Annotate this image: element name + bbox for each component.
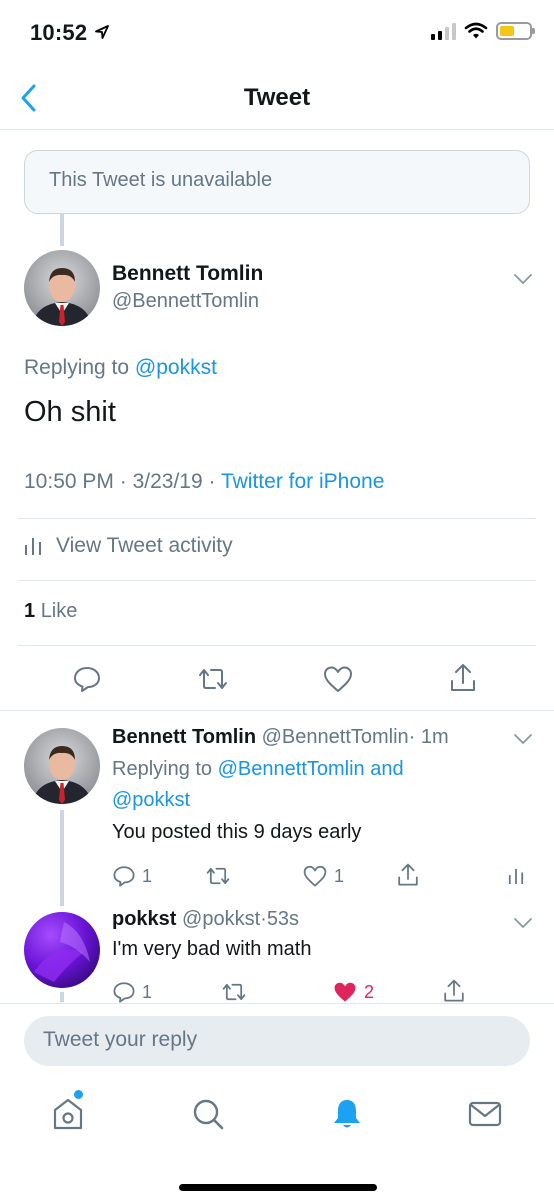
heart-icon — [303, 865, 327, 887]
tweet-text: Oh shit — [24, 396, 116, 428]
share-icon — [451, 664, 475, 691]
meta-separator: · — [208, 470, 216, 493]
retweet-button[interactable] — [196, 664, 230, 694]
reply-input[interactable]: Tweet your reply — [24, 1016, 530, 1066]
tweet-source-link[interactable]: Twitter for iPhone — [221, 470, 384, 493]
thread-connector — [60, 810, 64, 906]
analytics-button[interactable] — [508, 866, 524, 886]
avatar[interactable] — [24, 728, 100, 804]
cellular-signal-icon — [431, 22, 456, 40]
reply-icon — [113, 866, 135, 887]
search-icon — [193, 1099, 224, 1130]
battery-icon — [496, 22, 535, 40]
retweet-icon — [199, 669, 227, 689]
reply-author-name[interactable]: pokkst — [112, 908, 176, 930]
meta-separator: · — [119, 470, 127, 493]
tab-messages[interactable] — [467, 1096, 503, 1132]
reply-text: You posted this 9 days early — [112, 821, 362, 843]
nav-header: Tweet — [0, 66, 554, 130]
tweet-meta: 10:50 PM · 3/23/19 · Twitter for iPhone — [24, 470, 384, 494]
status-time: 10:52 — [30, 20, 88, 45]
reply-button[interactable] — [72, 664, 102, 694]
analytics-icon — [25, 538, 41, 555]
reply-age: 1m — [420, 726, 449, 748]
author-name[interactable]: Bennett Tomlin — [112, 262, 263, 286]
chevron-down-icon[interactable] — [513, 732, 533, 746]
reply-author-handle[interactable]: @BennettTomlin — [262, 726, 409, 748]
author-handle[interactable]: @BennettTomlin — [112, 290, 259, 313]
meta-separator: · — [260, 908, 267, 930]
heart-icon — [324, 666, 352, 692]
thread-connector — [60, 992, 64, 1002]
status-bar: 10:52 — [0, 0, 554, 66]
messages-icon — [468, 1101, 502, 1127]
notification-dot — [74, 1090, 83, 1099]
reply-author-name[interactable]: Bennett Tomlin — [112, 726, 256, 748]
retweet-icon — [222, 983, 246, 1001]
reply-icon — [74, 667, 100, 692]
tab-home[interactable] — [50, 1090, 86, 1132]
like-count-label: Like — [40, 600, 78, 622]
location-arrow-icon — [95, 25, 109, 39]
meta-separator: · — [408, 726, 416, 748]
avatar[interactable] — [24, 250, 100, 326]
heart-filled-icon — [334, 982, 356, 1002]
avatar[interactable] — [24, 912, 100, 988]
share-icon — [444, 979, 464, 1002]
reply-header: Bennett Tomlin @BennettTomlin· 1m — [112, 726, 449, 749]
share-icon — [398, 863, 418, 886]
thread-connector — [60, 214, 64, 246]
home-indicator — [179, 1184, 377, 1191]
unavailable-tweet-card: This Tweet is unavailable — [24, 150, 530, 214]
replying-prefix: Replying to — [112, 758, 213, 780]
share-button[interactable] — [442, 978, 466, 1004]
bottom-bar: Tweet your reply — [0, 1003, 554, 1197]
divider — [18, 580, 536, 581]
replying-prefix: Replying to — [24, 356, 130, 379]
reply-button[interactable]: 1 — [112, 864, 152, 888]
replying-to: Replying to @BennettTomlin and @pokkst — [112, 754, 472, 816]
page-title: Tweet — [243, 84, 311, 111]
tweet-date: 3/23/19 — [132, 470, 203, 493]
reply-text: I'm very bad with math — [112, 938, 312, 960]
share-button[interactable] — [448, 662, 478, 694]
reply-count: 1 — [142, 981, 153, 1002]
retweet-icon — [206, 867, 230, 885]
activity-label: View Tweet activity — [56, 534, 233, 557]
reply-author-handle[interactable]: @pokkst — [182, 908, 260, 930]
like-count-value: 1 — [24, 600, 36, 622]
tab-notifications[interactable] — [329, 1096, 365, 1132]
like-button[interactable]: 2 — [332, 980, 374, 1004]
like-button[interactable] — [322, 664, 354, 694]
like-count: 1 — [334, 865, 345, 886]
wifi-icon — [464, 22, 488, 39]
reply-icon — [113, 982, 135, 1003]
reply-count: 1 — [142, 865, 153, 886]
like-count: 2 — [364, 981, 375, 1002]
like-button[interactable]: 1 — [302, 864, 344, 888]
section-divider — [0, 710, 554, 711]
reply-header: pokkst @pokkst·53s — [112, 908, 299, 931]
tweet-time: 10:50 PM — [24, 470, 114, 493]
divider — [18, 518, 536, 519]
divider — [18, 645, 536, 646]
home-icon — [53, 1098, 83, 1130]
notifications-icon — [334, 1100, 360, 1128]
likes-count[interactable]: 1 Like — [24, 600, 77, 623]
reply-age: 53s — [266, 908, 300, 930]
replying-to: Replying to @pokkst — [24, 356, 217, 380]
chevron-down-icon[interactable] — [513, 272, 533, 286]
tab-search[interactable] — [190, 1096, 226, 1132]
retweet-button[interactable] — [220, 980, 248, 1004]
replying-to-link[interactable]: @pokkst — [135, 356, 217, 379]
reply-button[interactable]: 1 — [112, 980, 152, 1004]
chevron-down-icon[interactable] — [513, 916, 533, 930]
share-button[interactable] — [396, 862, 420, 888]
analytics-icon — [508, 868, 524, 884]
view-tweet-activity-button[interactable]: View Tweet activity — [24, 534, 233, 558]
retweet-button[interactable] — [204, 864, 232, 888]
